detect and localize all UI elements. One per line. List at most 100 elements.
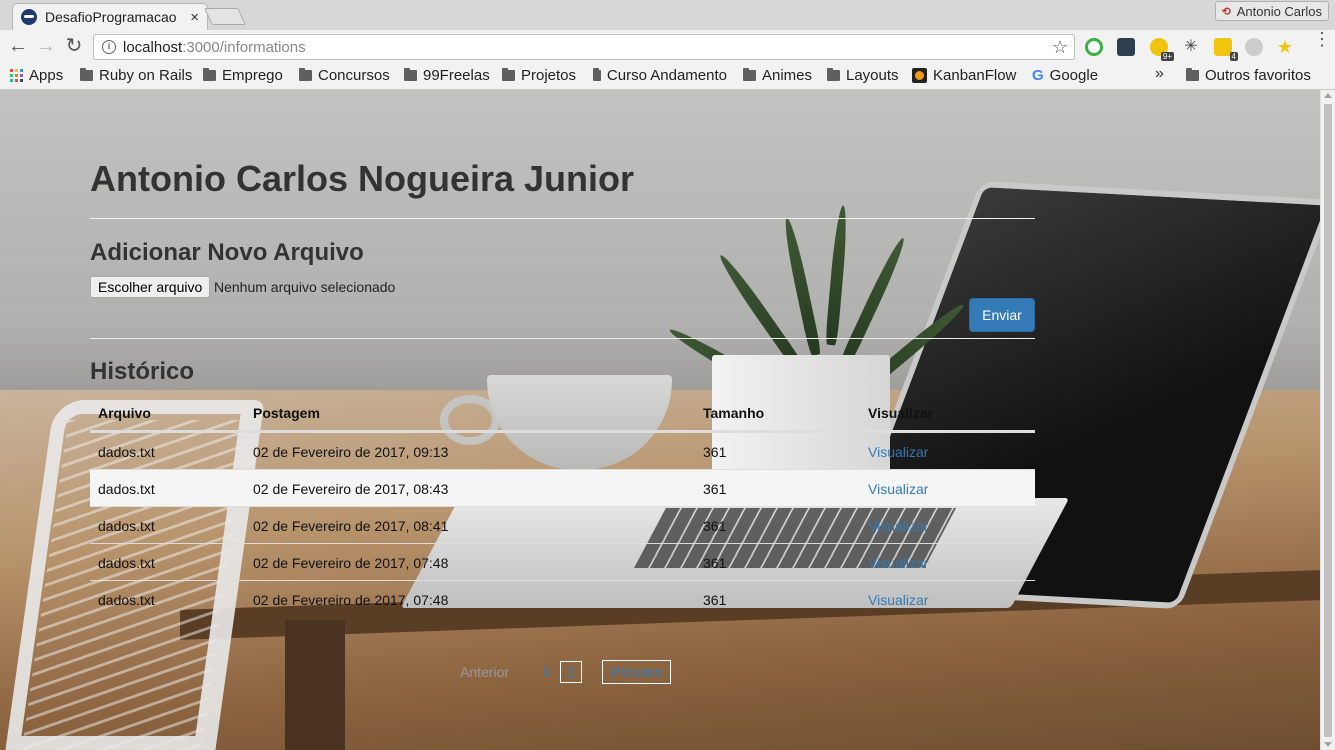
bookmark-kanbanflow[interactable]: KanbanFlow (912, 67, 1016, 84)
cell-posted: 02 de Fevereiro de 2017, 07:48 (253, 592, 449, 608)
cell-size: 361 (703, 555, 727, 571)
bookmark-label: KanbanFlow (933, 67, 1017, 84)
extension-python-icon[interactable]: 9+ (1150, 38, 1174, 61)
tab-close-icon[interactable]: × (190, 9, 199, 26)
extension-badge: 4 (1229, 52, 1238, 61)
folder-icon (404, 68, 417, 81)
browser-toolbar: ← → ↻ i localhost:3000/informations ☆ 9+… (0, 30, 1335, 63)
forward-arrow-icon[interactable]: → (34, 35, 58, 59)
profile-icon: ⟲ (1221, 5, 1231, 18)
profile-button[interactable]: ⟲ Antonio Carlos (1214, 1, 1329, 21)
view-link[interactable]: Visualizar (868, 518, 928, 534)
folder-icon (502, 68, 515, 81)
extension-m-icon[interactable] (1245, 38, 1263, 56)
divider (90, 218, 1035, 219)
bookmark-label: 99Freelas (423, 67, 490, 84)
folder-icon (203, 68, 216, 81)
page-title: Antonio Carlos Nogueira Junior (90, 158, 635, 199)
bookmark-animes[interactable]: Animes (743, 67, 812, 84)
file-status-text: Nenhum arquivo selecionado (214, 279, 396, 295)
address-bar[interactable]: i localhost:3000/informations ☆ (93, 34, 1075, 60)
cell-file: dados.txt (98, 592, 155, 608)
cell-file: dados.txt (98, 518, 155, 534)
vertical-scrollbar[interactable] (1320, 90, 1335, 750)
folder-icon (593, 68, 601, 81)
bookmark-label: Concursos (318, 67, 390, 84)
background-desk-leg (285, 620, 345, 750)
folder-icon (743, 68, 756, 81)
url-host: localhost (123, 38, 183, 56)
column-header-size: Tamanho (703, 405, 765, 421)
table-row: dados.txt 02 de Fevereiro de 2017, 07:48… (90, 580, 1035, 617)
bookmark-google[interactable]: G Google (1032, 67, 1098, 84)
bookmark-projetos[interactable]: Projetos (502, 67, 576, 84)
tab-strip: DesafioProgramacao × ⟲ Antonio Carlos (0, 0, 1335, 30)
upload-heading: Adicionar Novo Arquivo (90, 239, 364, 266)
view-link[interactable]: Visualizar (868, 444, 928, 460)
bookmarks-overflow-icon[interactable]: » (1155, 65, 1164, 83)
new-tab-button[interactable] (204, 8, 246, 25)
pagination-page-1[interactable]: 1 (536, 661, 556, 683)
view-link[interactable]: Visualizar (868, 481, 928, 497)
folder-icon (299, 68, 312, 81)
cell-size: 361 (703, 518, 727, 534)
bookmark-label: Outros favoritos (1205, 67, 1311, 84)
column-header-file: Arquivo (98, 405, 151, 421)
extension-star-icon[interactable]: ★ (1276, 38, 1294, 56)
folder-icon (827, 68, 840, 81)
bookmark-label: Emprego (222, 67, 283, 84)
view-link[interactable]: Visualizar (868, 592, 928, 608)
cell-posted: 02 de Fevereiro de 2017, 08:43 (253, 481, 449, 497)
send-button[interactable]: Enviar (969, 298, 1035, 332)
bookmark-99freelas[interactable]: 99Freelas (404, 67, 490, 84)
cell-size: 361 (703, 444, 727, 460)
apps-icon (10, 69, 23, 82)
extension-refresh-icon[interactable] (1085, 38, 1103, 56)
scroll-down-icon[interactable] (1324, 742, 1332, 747)
pagination-next[interactable]: Próximo (602, 660, 672, 684)
site-favicon-icon (21, 9, 37, 25)
profile-name: Antonio Carlos (1236, 3, 1322, 19)
cell-posted: 02 de Fevereiro de 2017, 09:13 (253, 444, 449, 460)
cell-posted: 02 de Fevereiro de 2017, 08:41 (253, 518, 449, 534)
table-row: dados.txt 02 de Fevereiro de 2017, 08:43… (90, 469, 1035, 506)
cell-size: 361 (703, 592, 727, 608)
bookmark-apps[interactable]: Apps (10, 67, 63, 84)
bookmark-other-favorites[interactable]: Outros favoritos (1186, 67, 1311, 84)
choose-file-button[interactable]: Escolher arquivo (90, 276, 211, 298)
scroll-thumb[interactable] (1324, 104, 1332, 737)
bookmark-concursos[interactable]: Concursos (299, 67, 390, 84)
bookmark-emprego[interactable]: Emprego (203, 67, 283, 84)
extension-check-icon[interactable]: 4 (1214, 38, 1238, 61)
extension-download-icon[interactable] (1117, 38, 1135, 56)
back-arrow-icon[interactable]: ← (6, 35, 30, 59)
bookmarks-bar: Apps Ruby on Rails Emprego Concursos 99F… (0, 63, 1335, 90)
divider (90, 338, 1035, 339)
cell-size: 361 (703, 481, 727, 497)
bookmark-label: Google (1049, 67, 1099, 84)
column-header-posted: Postagem (253, 405, 320, 421)
site-info-icon[interactable]: i (102, 40, 116, 54)
folder-icon (1186, 68, 1199, 81)
pagination-page-2-current: 2 (560, 661, 582, 683)
extension-bug-icon[interactable]: ✳ (1182, 38, 1200, 56)
browser-menu-icon[interactable]: ⋮ (1313, 30, 1331, 48)
browser-tab[interactable]: DesafioProgramacao × (12, 3, 208, 30)
bookmark-label: Layouts (846, 67, 899, 84)
bookmark-curso-andamento[interactable]: Curso Andamento (593, 67, 727, 84)
bookmark-layouts[interactable]: Layouts (827, 67, 899, 84)
bookmark-label: Animes (762, 67, 813, 84)
bookmark-ruby-on-rails[interactable]: Ruby on Rails (80, 67, 192, 84)
bookmark-label: Projetos (521, 67, 577, 84)
pagination-previous: Anterior (460, 664, 510, 680)
bookmark-star-icon[interactable]: ☆ (1052, 37, 1068, 58)
bookmark-label: Apps (29, 67, 64, 84)
cell-file: dados.txt (98, 481, 155, 497)
cell-file: dados.txt (98, 555, 155, 571)
table-row: dados.txt 02 de Fevereiro de 2017, 09:13… (90, 432, 1035, 469)
scroll-up-icon[interactable] (1324, 93, 1332, 98)
history-table: Arquivo Postagem Tamanho Visualizar dado… (90, 395, 1035, 617)
reload-icon[interactable]: ↻ (62, 35, 86, 59)
view-link[interactable]: Visualizar (868, 555, 928, 571)
kanbanflow-icon (912, 68, 927, 83)
